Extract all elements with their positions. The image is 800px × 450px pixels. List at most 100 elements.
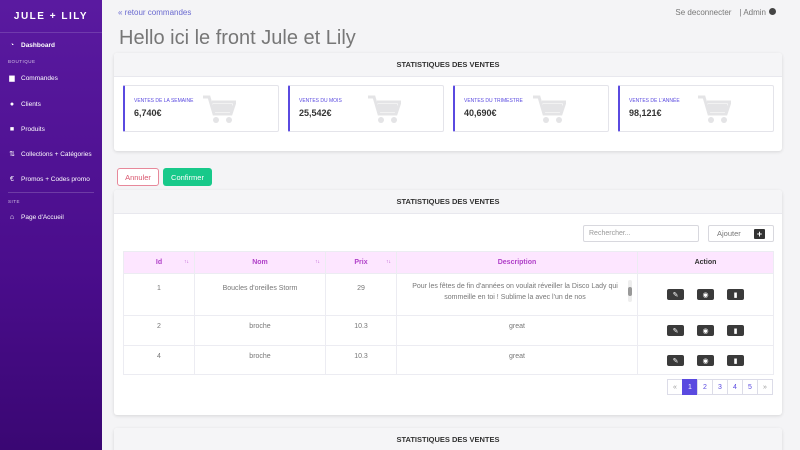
cell-actions: ✎ ◉ ▮ <box>637 273 774 316</box>
page-1[interactable]: 1 <box>682 379 698 395</box>
delete-icon[interactable]: ▮ <box>727 289 744 300</box>
view-icon[interactable]: ◉ <box>697 355 714 366</box>
cell-id: 1 <box>123 273 195 316</box>
page-5[interactable]: 5 <box>742 379 758 395</box>
logout-link[interactable]: Se deconnecter <box>675 8 731 17</box>
search-input[interactable]: Rechercher... <box>583 225 699 242</box>
bottom-card: STATISTIQUES DES VENTES <box>114 428 782 450</box>
cell-description: great <box>396 345 638 375</box>
stat-month: VENTES DU MOIS 25,542€ <box>288 85 444 132</box>
sort-icon[interactable]: ↑↓ <box>386 259 391 265</box>
stat-year: VENTES DE L'ANNÉE 98,121€ <box>618 85 774 132</box>
cart-icon <box>368 95 401 123</box>
pagination: « 1 2 3 4 5 » <box>667 379 773 395</box>
column-header-action: Action <box>637 251 774 274</box>
dashboard-icon: ◔ <box>9 41 15 49</box>
page-next[interactable]: » <box>757 379 773 395</box>
column-header-nom[interactable]: Nom ↑↓ <box>194 251 326 274</box>
cell-id: 2 <box>123 315 195 346</box>
card-title: STATISTIQUES DES VENTES <box>114 53 782 77</box>
edit-icon[interactable]: ✎ <box>667 355 684 366</box>
sidebar-item-promos[interactable]: € Promos + Codes promo <box>0 170 102 188</box>
cell-nom: broche <box>194 345 326 375</box>
sort-icon: ⇅ <box>9 151 15 158</box>
page-prev[interactable]: « <box>667 379 683 395</box>
column-header-prix[interactable]: Prix ↑↓ <box>325 251 397 274</box>
box-icon: ■ <box>9 125 15 133</box>
brand-logo[interactable]: JULE + LILY <box>0 0 102 33</box>
stat-quarter: VENTES DU TRIMESTRE 40,690€ <box>453 85 609 132</box>
sidebar-item-dashboard[interactable]: ◔ Dashboard <box>0 36 102 54</box>
cell-actions: ✎ ◉ ▮ <box>637 315 774 346</box>
page-4[interactable]: 4 <box>727 379 743 395</box>
cell-nom: broche <box>194 315 326 346</box>
stat-label: VENTES DE LA SEMAINE <box>134 98 194 104</box>
edit-icon[interactable]: ✎ <box>667 325 684 336</box>
user-menu: Se deconnecter | Admin <box>675 8 776 17</box>
sidebar-item-label: Promos + Codes promo <box>21 175 90 183</box>
confirm-button[interactable]: Confirmer <box>163 168 212 186</box>
sidebar-item-commandes[interactable]: ▆ Commandes <box>0 69 102 87</box>
cell-id: 4 <box>123 345 195 375</box>
delete-icon[interactable]: ▮ <box>727 355 744 366</box>
table-row: 1 Boucles d'oreilles Storm 29 Pour les f… <box>123 273 774 316</box>
sidebar-item-accueil[interactable]: ⌂ Page d'Accueil <box>0 208 102 226</box>
stat-value: 6,740€ <box>134 108 162 118</box>
sidebar-item-label: Produits <box>21 125 45 133</box>
page-3[interactable]: 3 <box>712 379 728 395</box>
sidebar-item-clients[interactable]: ● Clients <box>0 95 102 113</box>
stat-label: VENTES DU MOIS <box>299 98 342 104</box>
table-header-row: Id ↑↓ Nom ↑↓ Prix ↑↓ Description Action <box>123 251 774 274</box>
add-button[interactable]: Ajouter + <box>708 225 774 242</box>
stat-label: VENTES DU TRIMESTRE <box>464 98 523 104</box>
cell-nom: Boucles d'oreilles Storm <box>194 273 326 316</box>
card-title: STATISTIQUES DES VENTES <box>114 428 782 450</box>
edit-icon[interactable]: ✎ <box>667 289 684 300</box>
sidebar-item-label: Commandes <box>21 74 58 82</box>
cell-prix: 10.3 <box>325 345 397 375</box>
sidebar-item-collections[interactable]: ⇅ Collections + Catégories <box>0 145 102 163</box>
stat-label: VENTES DE L'ANNÉE <box>629 98 680 104</box>
stat-week: VENTES DE LA SEMAINE 6,740€ <box>123 85 279 132</box>
stats-card: STATISTIQUES DES VENTES VENTES DE LA SEM… <box>114 53 782 151</box>
cart-icon <box>698 95 731 123</box>
admin-label[interactable]: | Admin <box>739 8 776 17</box>
cell-prix: 10.3 <box>325 315 397 346</box>
sidebar: JULE + LILY ◔ Dashboard BOUTIQUE ▆ Comma… <box>0 0 102 450</box>
stat-value: 98,121€ <box>629 108 662 118</box>
sort-icon[interactable]: ↑↓ <box>315 259 320 265</box>
sidebar-item-produits[interactable]: ■ Produits <box>0 120 102 138</box>
column-header-id[interactable]: Id ↑↓ <box>123 251 195 274</box>
stat-value: 40,690€ <box>464 108 497 118</box>
euro-icon: € <box>10 175 14 183</box>
plus-icon: + <box>754 229 765 239</box>
card-title: STATISTIQUES DES VENTES <box>114 190 782 214</box>
cell-description: great <box>396 315 638 346</box>
view-icon[interactable]: ◉ <box>697 289 714 300</box>
column-header-description: Description <box>396 251 638 274</box>
delete-icon[interactable]: ▮ <box>727 325 744 336</box>
sidebar-item-label: Page d'Accueil <box>21 213 64 221</box>
table-row: 2 broche 10.3 great ✎ ◉ ▮ <box>123 315 774 346</box>
products-card: STATISTIQUES DES VENTES Rechercher... Aj… <box>114 190 782 415</box>
sort-icon[interactable]: ↑↓ <box>184 259 189 265</box>
page-2[interactable]: 2 <box>697 379 713 395</box>
home-icon: ⌂ <box>9 213 15 221</box>
cell-description: Pour les fêtes de fin d'années on voulai… <box>396 273 638 316</box>
description-scrollbar[interactable] <box>628 280 632 302</box>
table-row: 4 broche 10.3 great ✎ ◉ ▮ <box>123 345 774 375</box>
stat-value: 25,542€ <box>299 108 332 118</box>
sidebar-item-label: Dashboard <box>21 41 55 49</box>
view-icon[interactable]: ◉ <box>697 325 714 336</box>
back-link[interactable]: « retour commandes <box>118 8 191 17</box>
user-icon: ● <box>9 100 15 108</box>
cell-actions: ✎ ◉ ▮ <box>637 345 774 375</box>
cart-icon <box>533 95 566 123</box>
sidebar-item-label: Collections + Catégories <box>21 150 92 158</box>
sidebar-item-label: Clients <box>21 100 41 108</box>
cart-icon <box>203 95 236 123</box>
page-title: Hello ici le front Jule et Lily <box>119 27 356 49</box>
cancel-button[interactable]: Annuler <box>117 168 159 186</box>
products-table: Id ↑↓ Nom ↑↓ Prix ↑↓ Description Action 1 B… <box>123 251 774 375</box>
cart-icon: ▆ <box>9 75 15 82</box>
